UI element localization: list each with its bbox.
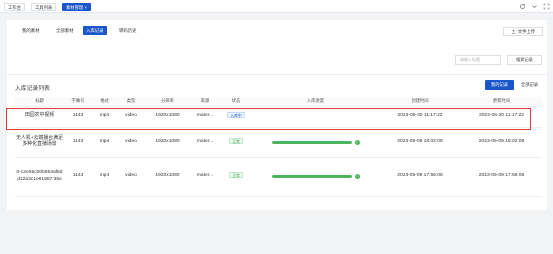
cell-source: mater... bbox=[190, 157, 220, 197]
search-button[interactable]: 搜索记录 bbox=[507, 55, 542, 65]
cell-status: 正常 bbox=[220, 157, 252, 197]
cell-source: mater... bbox=[190, 127, 220, 158]
upload-button[interactable]: 文件上传 bbox=[503, 27, 543, 36]
fullscreen-icon[interactable] bbox=[543, 3, 550, 10]
col-created: 创建时间 bbox=[379, 97, 461, 107]
search-input[interactable]: 请输入标题 bbox=[455, 55, 501, 65]
cell-source: mater... bbox=[190, 106, 220, 128]
my-records-button[interactable]: 我的记录 bbox=[485, 80, 514, 90]
cell-subtitle-no: 1143 bbox=[64, 106, 92, 128]
table-header: 标题 字幕号 格式 类型 分辨率 来源 状态 入库进度 创建时间 更新时间 bbox=[15, 97, 542, 107]
cell-title: 0-c2e55c00b654af8dd12a3c1e61957 35e bbox=[15, 157, 64, 197]
cell-status: 入库中 bbox=[220, 106, 252, 128]
progress-fill bbox=[271, 175, 352, 178]
tab-transcode-history[interactable]: 转码历史 bbox=[116, 26, 140, 35]
progress-fill bbox=[271, 140, 352, 144]
all-records-button[interactable]: 全部记录 bbox=[516, 80, 543, 90]
cell-progress bbox=[252, 106, 379, 128]
cell-format: mp4 bbox=[92, 127, 117, 158]
cell-resolution: 1920x1080 bbox=[145, 127, 190, 158]
col-type: 类型 bbox=[117, 97, 145, 107]
cell-updated: 2023-05-09 17:56:08 bbox=[461, 157, 542, 197]
cell-type: video bbox=[117, 106, 145, 128]
cell-progress: ✓ bbox=[252, 157, 379, 197]
status-badge: 入库中 bbox=[227, 112, 245, 119]
tab-import-records[interactable]: 入库记录 bbox=[83, 26, 107, 35]
col-format: 格式 bbox=[92, 97, 117, 107]
cell-updated: 2023-05-30 11:17:22 bbox=[461, 106, 542, 128]
refresh-icon[interactable] bbox=[519, 3, 526, 10]
cell-resolution: 1920x1080 bbox=[145, 106, 190, 128]
cell-progress: ✓ bbox=[252, 127, 379, 158]
col-progress: 入库进度 bbox=[252, 97, 379, 107]
check-icon: ✓ bbox=[354, 139, 360, 145]
table-row[interactable]: 无人机+云端播台满足多种化直播场景 1143 mp4 video 1920x10… bbox=[15, 127, 542, 158]
progress: ✓ bbox=[253, 174, 378, 179]
cell-subtitle-no: 1143 bbox=[64, 127, 92, 158]
top-bar: 工作台 工具列表 素材管理 × bbox=[0, 0, 553, 13]
top-tab-material[interactable]: 素材管理 × bbox=[62, 3, 91, 11]
tab-all-material[interactable]: 全部素材 bbox=[53, 26, 77, 35]
col-source: 来源 bbox=[190, 97, 220, 107]
cell-created: 2023-05-09 18:02:08 bbox=[379, 127, 461, 158]
cell-type: video bbox=[117, 127, 145, 158]
cell-created: 2023-05-09 17:56:08 bbox=[379, 157, 461, 197]
status-badge: 正常 bbox=[229, 172, 243, 179]
progress-bar bbox=[271, 175, 352, 178]
progress-bar bbox=[271, 140, 352, 144]
window-controls bbox=[519, 3, 550, 10]
table-row[interactable]: 田园农中视频 1143 mp4 video 1920x1080 mater...… bbox=[15, 106, 542, 128]
tab-my-material[interactable]: 我的素材 bbox=[19, 26, 43, 35]
divider bbox=[7, 74, 547, 75]
upload-label: 文件上传 bbox=[517, 28, 536, 34]
cell-updated: 2023-05-09 18:02:08 bbox=[461, 127, 542, 158]
check-icon: ✓ bbox=[354, 174, 360, 179]
progress: ✓ bbox=[253, 139, 378, 145]
cell-subtitle-no: 1143 bbox=[64, 157, 92, 197]
chevron-down-icon[interactable] bbox=[531, 3, 538, 10]
cell-type: video bbox=[117, 157, 145, 197]
col-resolution: 分辨率 bbox=[145, 97, 190, 107]
upload-icon bbox=[511, 29, 516, 34]
col-updated: 更新时间 bbox=[461, 97, 542, 107]
top-tab-tools[interactable]: 工具列表 bbox=[31, 3, 57, 11]
table-row[interactable]: 0-c2e55c00b654af8dd12a3c1e61957 35e 1143… bbox=[15, 157, 542, 197]
cell-created: 2023-05-30 11:17:22 bbox=[379, 106, 461, 128]
col-title: 标题 bbox=[15, 97, 64, 107]
status-badge: 正常 bbox=[229, 137, 243, 144]
col-subtitle-no: 字幕号 bbox=[64, 97, 92, 107]
cell-status: 正常 bbox=[220, 127, 252, 158]
cell-title: 田园农中视频 bbox=[15, 106, 64, 128]
cell-title: 无人机+云端播台满足多种化直播场景 bbox=[15, 127, 64, 158]
cell-format: mp4 bbox=[92, 157, 117, 197]
col-status: 状态 bbox=[220, 97, 252, 107]
cell-resolution: 1920x1080 bbox=[145, 157, 190, 197]
top-tab-workbench[interactable]: 工作台 bbox=[4, 3, 25, 11]
records-table: 标题 字幕号 格式 类型 分辨率 来源 状态 入库进度 创建时间 更新时间 田园… bbox=[15, 97, 542, 197]
cell-format: mp4 bbox=[92, 106, 117, 128]
list-title: 入库记录列表 bbox=[15, 86, 50, 92]
